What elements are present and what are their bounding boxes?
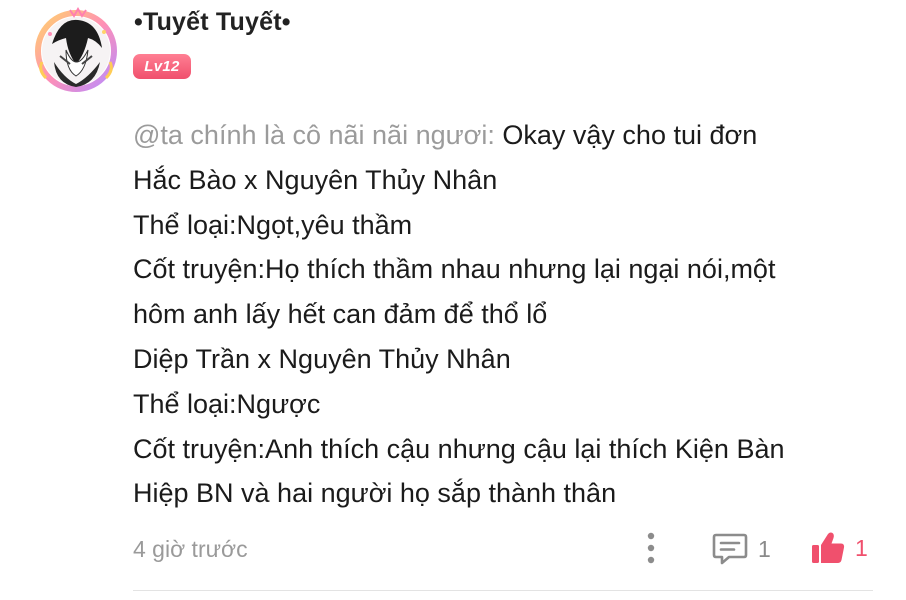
- like-button[interactable]: 1: [810, 529, 868, 567]
- comment-icon: [712, 533, 748, 565]
- comment-line: Thể loại:Ngược: [133, 388, 321, 419]
- author-name[interactable]: •Tuyết Tuyết•: [134, 8, 291, 37]
- comment-line: Thể loại:Ngọt,yêu thầm: [133, 209, 413, 240]
- more-options-button[interactable]: [636, 530, 666, 566]
- comment-timestamp: 4 giờ trước: [133, 536, 248, 562]
- comment-line: Hiệp BN và hai người họ sắp thành thân: [133, 478, 617, 509]
- author-avatar[interactable]: [30, 4, 122, 96]
- comment-line: Hắc Bào x Nguyên Thủy Nhân: [133, 164, 498, 195]
- divider: [133, 590, 873, 591]
- like-count: 1: [855, 534, 868, 561]
- reply-count: 1: [758, 535, 771, 562]
- comment-line: @ta chính là cô nãi nãi ngươi: Okay vậy …: [133, 113, 893, 158]
- comment-item: •Tuyết Tuyết• Lv12 @ta chính là cô nãi n…: [0, 0, 906, 600]
- reply-button[interactable]: 1: [712, 531, 771, 567]
- level-badge: Lv12: [133, 54, 191, 79]
- comment-line: hôm anh lấy hết can đảm để thổ lổ: [133, 299, 548, 330]
- comment-line: Diệp Trần x Nguyên Thủy Nhân: [133, 343, 511, 374]
- more-vertical-icon: [647, 532, 655, 564]
- mention-link[interactable]: @ta chính là cô nãi nãi ngươi:: [133, 120, 495, 150]
- comment-line: Cốt truyện:Anh thích cậu nhưng cậu lại t…: [133, 433, 785, 464]
- comment-body: @ta chính là cô nãi nãi ngươi: Okay vậy …: [133, 113, 893, 516]
- comment-text: Okay vậy cho tui đơn: [494, 120, 758, 150]
- avatar-image: [35, 6, 117, 92]
- thumbs-up-icon: [812, 532, 845, 563]
- comment-line: Cốt truyện:Họ thích thầm nhau nhưng lại …: [133, 254, 776, 285]
